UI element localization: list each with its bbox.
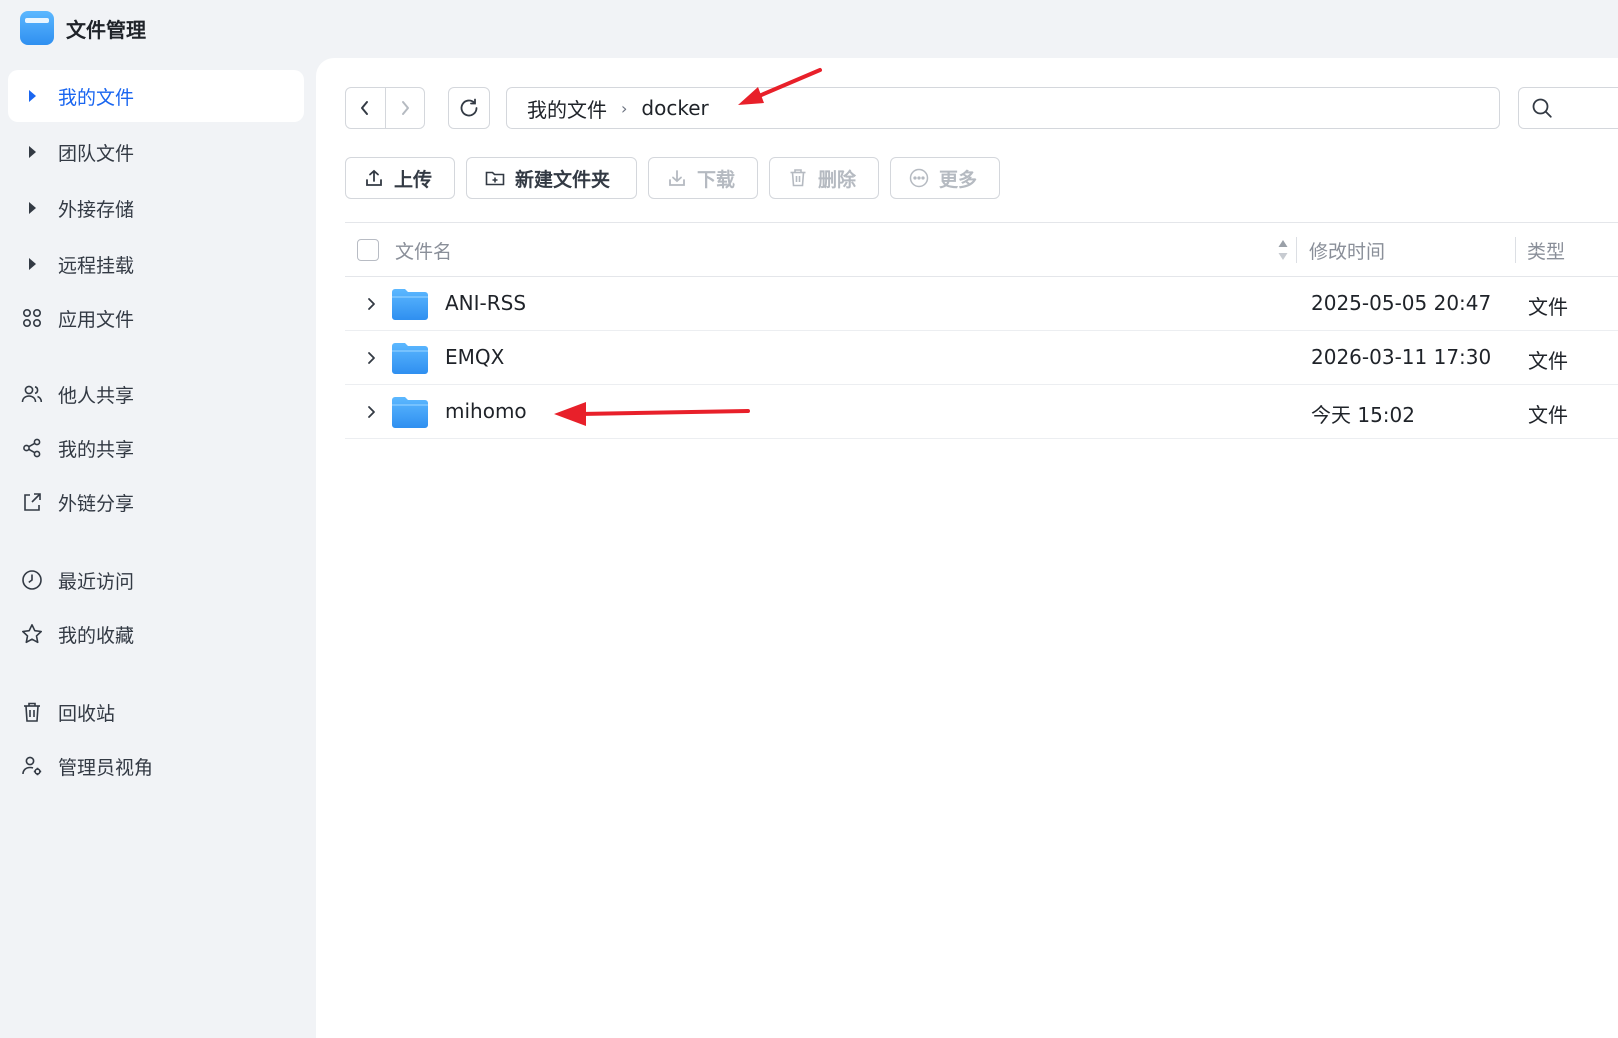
modified-time: 2026-03-11 17:30	[1311, 345, 1492, 369]
search-button[interactable]	[1518, 87, 1618, 129]
delete-label: 删除	[818, 168, 857, 191]
sidebar-item-label: 我的共享	[58, 438, 135, 461]
main-panel: 我的文件 › docker 上传 新建文件夹 下载 删除 更多 文件名 修改时间…	[316, 58, 1618, 1038]
sidebar-item-remote-mount[interactable]: 远程挂载	[8, 238, 304, 290]
caret-right-icon	[20, 84, 44, 108]
clock-icon	[20, 568, 44, 592]
file-manager-logo-icon	[20, 11, 54, 45]
modified-time: 今天 15:02	[1311, 403, 1415, 427]
column-header-type[interactable]: 类型	[1527, 237, 1565, 264]
sidebar-item-label: 管理员视角	[58, 756, 154, 779]
sidebar-item-label: 回收站	[58, 702, 116, 725]
more-dots-icon	[909, 168, 929, 188]
history-nav	[345, 87, 425, 129]
sidebar-item-shared-with-me[interactable]: 他人共享	[8, 368, 304, 420]
upload-icon	[364, 168, 384, 188]
refresh-icon	[460, 98, 478, 117]
breadcrumb-current[interactable]: docker	[641, 96, 708, 120]
chevron-right-icon	[401, 101, 409, 115]
sidebar-item-admin-view[interactable]: 管理员视角	[8, 740, 304, 792]
new-folder-button[interactable]: 新建文件夹	[466, 157, 637, 199]
more-button[interactable]: 更多	[890, 157, 1000, 199]
sidebar-item-recent[interactable]: 最近访问	[8, 554, 304, 606]
download-icon	[667, 168, 687, 188]
download-button[interactable]: 下载	[648, 157, 758, 199]
new-folder-icon	[485, 168, 505, 188]
sidebar-item-label: 团队文件	[58, 142, 135, 165]
external-link-icon	[20, 490, 44, 514]
modified-time: 2025-05-05 20:47	[1311, 291, 1492, 315]
new-folder-label: 新建文件夹	[515, 168, 611, 191]
chevron-right-icon[interactable]	[361, 294, 381, 314]
file-name[interactable]: EMQX	[445, 345, 504, 369]
sidebar-item-label: 我的收藏	[58, 624, 135, 647]
sidebar-item-my-files[interactable]: 我的文件	[8, 70, 304, 122]
star-icon	[20, 622, 44, 646]
file-type: 文件	[1528, 295, 1568, 319]
sort-icon[interactable]	[1277, 238, 1289, 262]
sidebar-item-link-shares[interactable]: 外链分享	[8, 476, 304, 528]
share-icon	[20, 436, 44, 460]
file-type: 文件	[1528, 349, 1568, 373]
sidebar: 我的文件 团队文件 外接存储 远程挂载 应用文件 他人共享 我的共享 外链分享 …	[0, 66, 316, 1038]
forward-button[interactable]	[384, 88, 425, 128]
sidebar-item-recycle-bin[interactable]: 回收站	[8, 686, 304, 738]
app-header: 文件管理	[0, 0, 1618, 56]
breadcrumb-separator-icon: ›	[621, 98, 628, 118]
column-header-name[interactable]: 文件名	[395, 237, 452, 264]
file-name[interactable]: mihomo	[445, 399, 527, 423]
sidebar-item-label: 外链分享	[58, 492, 135, 515]
table-row[interactable]: ANI-RSS 2025-05-05 20:47 文件	[345, 277, 1618, 331]
chevron-right-icon[interactable]	[361, 402, 381, 422]
chevron-right-icon[interactable]	[361, 348, 381, 368]
folder-icon	[392, 289, 428, 320]
admin-user-icon	[20, 754, 44, 778]
users-icon	[20, 382, 44, 406]
caret-right-icon	[20, 252, 44, 276]
apps-grid-icon	[20, 306, 44, 330]
upload-label: 上传	[394, 168, 433, 191]
file-name[interactable]: ANI-RSS	[445, 291, 526, 315]
more-label: 更多	[939, 168, 978, 191]
sidebar-item-label: 外接存储	[58, 198, 135, 221]
folder-icon	[392, 397, 428, 428]
table-row[interactable]: EMQX 2026-03-11 17:30 文件	[345, 331, 1618, 385]
breadcrumb: 我的文件 › docker	[506, 87, 1500, 129]
caret-right-icon	[20, 196, 44, 220]
download-label: 下载	[697, 168, 736, 191]
folder-icon	[392, 343, 428, 374]
sidebar-item-label: 他人共享	[58, 384, 135, 407]
chevron-left-icon	[361, 101, 369, 115]
upload-button[interactable]: 上传	[345, 157, 455, 199]
breadcrumb-root[interactable]: 我的文件	[527, 94, 607, 123]
search-icon	[1532, 98, 1552, 118]
back-button[interactable]	[346, 88, 385, 128]
column-divider[interactable]	[1515, 237, 1516, 263]
trash-icon	[20, 700, 44, 724]
sidebar-item-app-files[interactable]: 应用文件	[8, 292, 304, 344]
column-header-modified[interactable]: 修改时间	[1309, 237, 1385, 264]
select-all-checkbox[interactable]	[357, 239, 379, 261]
sidebar-item-label: 远程挂载	[58, 254, 135, 277]
caret-right-icon	[20, 140, 44, 164]
table-row[interactable]: mihomo 今天 15:02 文件	[345, 385, 1618, 439]
sidebar-item-my-shares[interactable]: 我的共享	[8, 422, 304, 474]
sidebar-item-label: 我的文件	[58, 86, 135, 109]
sidebar-item-label: 最近访问	[58, 570, 135, 593]
table-header: 文件名 修改时间 类型	[345, 222, 1618, 277]
sidebar-item-external-storage[interactable]: 外接存储	[8, 182, 304, 234]
app-title: 文件管理	[66, 17, 146, 42]
file-type: 文件	[1528, 403, 1568, 427]
trash-icon	[788, 168, 808, 188]
sidebar-item-team-files[interactable]: 团队文件	[8, 126, 304, 178]
delete-button[interactable]: 删除	[769, 157, 879, 199]
sidebar-item-label: 应用文件	[58, 308, 135, 331]
sidebar-item-favorites[interactable]: 我的收藏	[8, 608, 304, 660]
column-divider[interactable]	[1296, 237, 1297, 263]
refresh-button[interactable]	[448, 87, 490, 129]
